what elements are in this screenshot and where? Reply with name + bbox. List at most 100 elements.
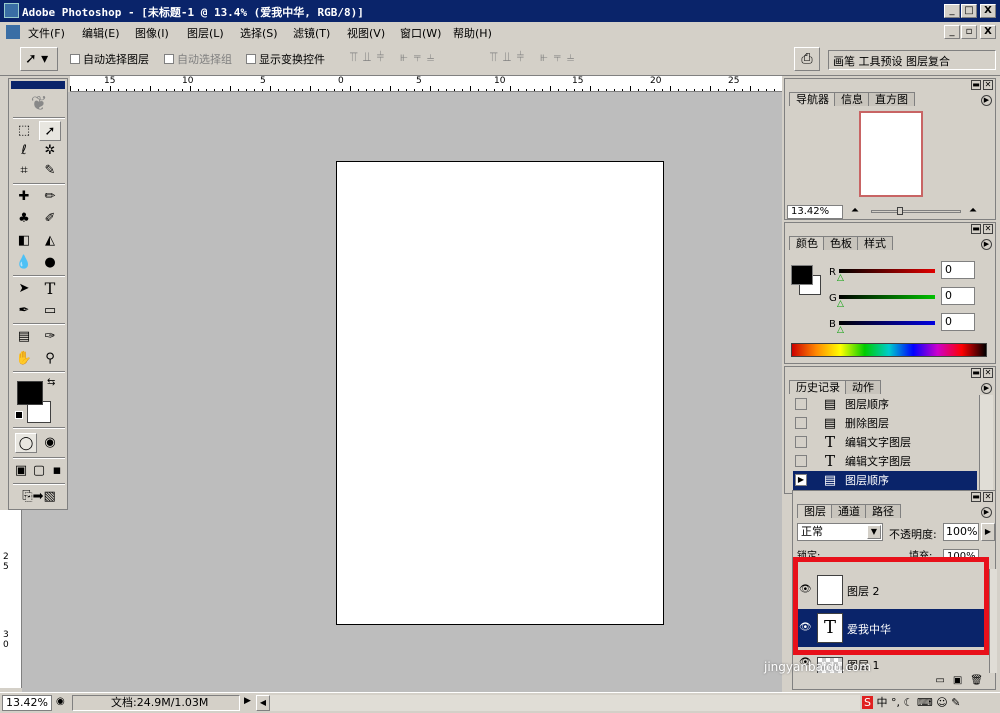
ime-punct-icon[interactable]: °,	[891, 696, 900, 709]
path-selection-tool-icon[interactable]: ➤	[13, 279, 35, 299]
layers-bottom-toolbar[interactable]: ▭▣🗑	[793, 673, 997, 689]
panel-minimize-button[interactable]: ▬	[971, 492, 981, 502]
panel-minimize-button[interactable]: ▬	[971, 80, 981, 90]
navigator-zoom-field[interactable]: 13.42%	[787, 205, 843, 219]
lasso-tool-icon[interactable]: ℓ	[13, 141, 35, 161]
healing-brush-tool-icon[interactable]: ✚	[13, 187, 35, 207]
zoom-tool-icon[interactable]: ⚲	[39, 349, 61, 369]
history-brush-source-icon[interactable]: ▶	[795, 474, 807, 486]
menu-filter[interactable]: 滤镜(T)	[293, 25, 330, 41]
zoom-slider-thumb[interactable]	[897, 207, 903, 215]
status-menu-arrow-icon[interactable]: ▶	[244, 696, 251, 706]
close-button[interactable]: X	[980, 4, 996, 18]
history-scrollbar[interactable]	[979, 395, 993, 493]
tab-swatches[interactable]: 色板	[823, 236, 859, 250]
eyedropper-tool-icon[interactable]: ✑	[39, 327, 61, 347]
history-snapshot-checkbox[interactable]	[795, 436, 807, 448]
ime-keyboard-icon[interactable]: ⌨	[917, 696, 933, 709]
panel-close-button[interactable]: ✕	[983, 80, 993, 90]
panel-menu-icon[interactable]: ▶	[981, 383, 992, 394]
screen-mode-menu-icon[interactable]: ▢	[31, 461, 47, 481]
jump-to-imageready-icon[interactable]: ⎘➡▧	[15, 487, 63, 507]
blur-tool-icon[interactable]: 💧	[13, 253, 35, 273]
magic-wand-tool-icon[interactable]: ✲	[39, 141, 61, 161]
opacity-input[interactable]: 100%	[943, 523, 979, 541]
menu-image[interactable]: 图像(I)	[135, 25, 169, 41]
history-item[interactable]: ▤ 图层顺序	[793, 395, 977, 414]
channel-r-slider[interactable]	[839, 269, 935, 273]
navigator-view-box[interactable]	[859, 111, 923, 197]
swap-colors-icon[interactable]: ⇆	[47, 377, 55, 388]
history-item[interactable]: T 编辑文字图层	[793, 452, 977, 471]
tab-history[interactable]: 历史记录	[789, 380, 847, 394]
paint-bucket-tool-icon[interactable]: ◭	[39, 231, 61, 251]
slice-tool-icon[interactable]: ✎	[39, 161, 61, 181]
status-info-icon[interactable]: ◉	[56, 696, 65, 707]
tab-info[interactable]: 信息	[834, 92, 870, 106]
tab-styles[interactable]: 样式	[857, 236, 893, 250]
notes-tool-icon[interactable]: ▤	[13, 327, 35, 347]
history-item[interactable]: ▤ 删除图层	[793, 414, 977, 433]
channel-b-input[interactable]: 0	[941, 313, 975, 331]
ime-tool-icon[interactable]: ✎	[951, 696, 960, 709]
panel-close-button[interactable]: ✕	[983, 492, 993, 502]
channel-g-slider[interactable]	[839, 295, 935, 299]
tab-channels[interactable]: 通道	[831, 504, 867, 518]
tab-actions[interactable]: 动作	[845, 380, 881, 394]
tab-paths[interactable]: 路径	[865, 504, 901, 518]
zoom-slider-track[interactable]	[871, 210, 961, 213]
channel-b-slider[interactable]	[839, 321, 935, 325]
opacity-slider-button[interactable]: ▶	[981, 523, 995, 541]
panel-menu-icon[interactable]: ▶	[981, 507, 992, 518]
menu-select[interactable]: 选择(S)	[240, 25, 278, 41]
panel-close-button[interactable]: ✕	[983, 224, 993, 234]
channel-g-input[interactable]: 0	[941, 287, 975, 305]
screen-mode-full-icon[interactable]: ▪	[49, 461, 65, 481]
menu-file[interactable]: 文件(F)	[28, 25, 65, 41]
toolbox-title-bar[interactable]	[11, 81, 65, 89]
ime-logo-icon[interactable]: S	[862, 696, 873, 709]
channel-g-thumb[interactable]: △	[837, 299, 844, 309]
menu-window[interactable]: 窗口(W)	[400, 25, 441, 41]
history-item-selected[interactable]: ▶ ▤ 图层顺序	[793, 471, 977, 490]
history-snapshot-checkbox[interactable]	[795, 398, 807, 410]
eraser-tool-icon[interactable]: ◧	[13, 231, 35, 251]
restore-button[interactable]: □	[961, 4, 977, 18]
crop-tool-icon[interactable]: ⌗	[13, 161, 35, 181]
align-buttons[interactable]: ⫪⫫⫩ ⫦⫧⫨	[350, 50, 440, 65]
horizontal-scrollbar[interactable]	[270, 695, 860, 711]
chevron-down-icon[interactable]: ▼	[867, 525, 881, 539]
ime-moon-icon[interactable]: ☾	[903, 696, 913, 709]
screen-mode-standard-icon[interactable]: ▣	[13, 461, 29, 481]
default-colors-icon[interactable]	[15, 411, 23, 419]
pen-tool-icon[interactable]: ✒	[13, 301, 35, 321]
menu-view[interactable]: 视图(V)	[347, 25, 385, 41]
menu-help[interactable]: 帮助(H)	[453, 25, 492, 41]
show-transform-checkbox[interactable]	[246, 54, 256, 64]
ime-toolbar[interactable]: S 中 °, ☾ ⌨ ☺ ✎	[862, 695, 998, 711]
foreground-color-swatch[interactable]	[17, 381, 43, 405]
panel-menu-icon[interactable]: ▶	[981, 95, 992, 106]
quick-mask-mode-icon[interactable]: ◉	[39, 433, 61, 453]
auto-select-layer-option[interactable]: 自动选择图层	[70, 51, 149, 67]
tab-color[interactable]: 颜色	[789, 236, 825, 250]
panel-close-button[interactable]: ✕	[983, 368, 993, 378]
zoom-in-icon[interactable]: ⏶	[969, 205, 977, 216]
zoom-out-icon[interactable]: ⏶	[851, 205, 859, 216]
menu-edit[interactable]: 编辑(E)	[82, 25, 120, 41]
doc-close-button[interactable]: X	[980, 25, 996, 39]
tab-layers[interactable]: 图层	[797, 504, 833, 518]
status-zoom-field[interactable]: 13.42%	[2, 695, 52, 711]
history-brush-tool-icon[interactable]: ✐	[39, 209, 61, 229]
dodge-tool-icon[interactable]: ●	[39, 253, 61, 273]
feather-logo-icon[interactable]: ❦	[13, 91, 65, 115]
history-snapshot-checkbox[interactable]	[795, 417, 807, 429]
distribute-buttons[interactable]: ⫪⫫⫩ ⫦⫧⫨	[490, 50, 580, 65]
document-icon[interactable]	[6, 25, 20, 39]
brush-tool-icon[interactable]: ✏	[39, 187, 61, 207]
auto-select-layer-checkbox[interactable]	[70, 54, 80, 64]
channel-b-thumb[interactable]: △	[837, 325, 844, 335]
document-canvas[interactable]	[336, 161, 664, 625]
file-browser-icon[interactable]: ⎙	[794, 47, 820, 71]
history-item[interactable]: T 编辑文字图层	[793, 433, 977, 452]
